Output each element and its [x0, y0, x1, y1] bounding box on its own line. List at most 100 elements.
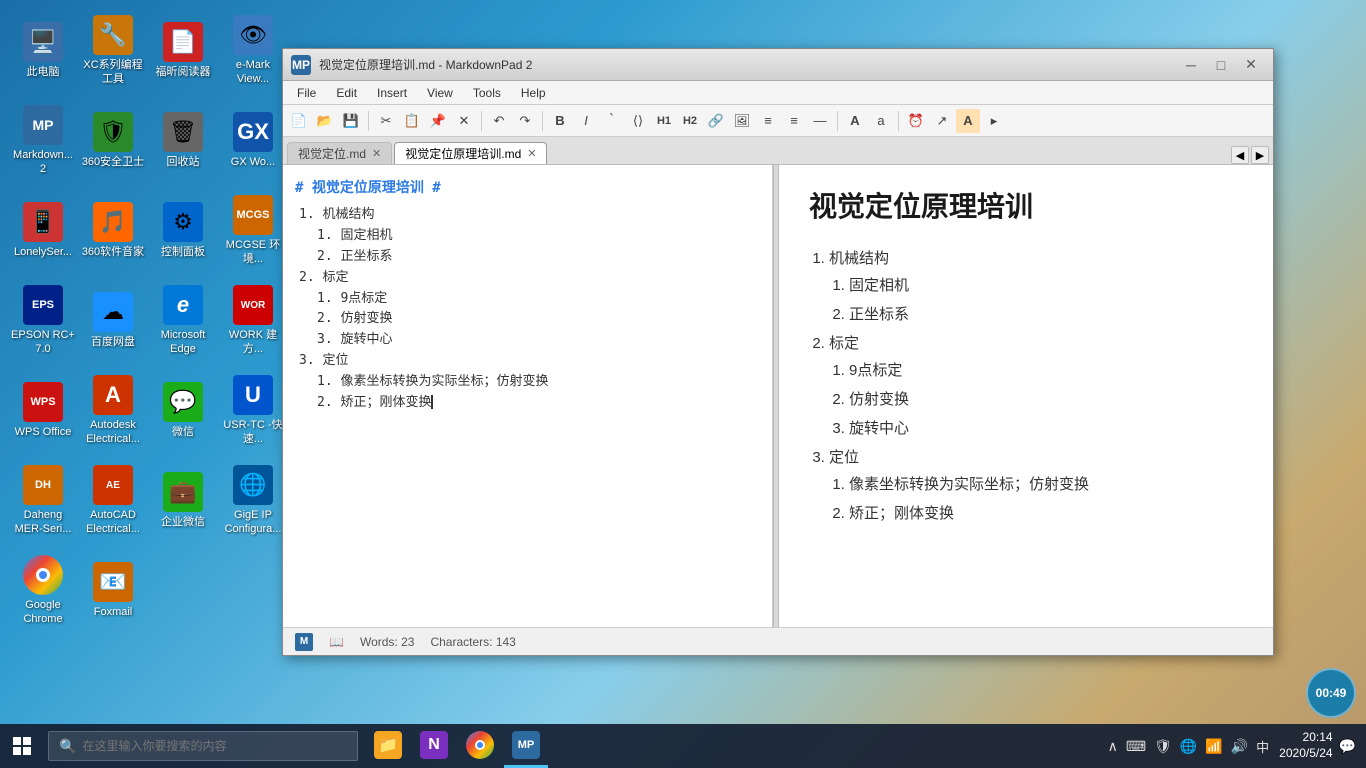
toolbar-bold[interactable]: B	[548, 109, 572, 133]
preview-section-3: 定位 像素坐标转换为实际坐标；仿射变换 矫正；刚体变换	[829, 444, 1243, 527]
status-bar: M 📖 Words: 23 Characters: 143	[283, 627, 1273, 655]
taskbar-app-markdownpad[interactable]: MP	[504, 724, 548, 768]
desktop-icon-chrome[interactable]: Google Chrome	[8, 548, 78, 633]
toolbar-image[interactable]: 🖼	[730, 109, 754, 133]
desktop-icon-label: WPS Office	[15, 426, 72, 439]
minimize-button[interactable]: ─	[1177, 54, 1205, 76]
toolbar-save[interactable]: 💾	[339, 109, 363, 133]
menu-insert[interactable]: Insert	[367, 84, 417, 102]
toolbar-font-small[interactable]: a	[869, 109, 893, 133]
taskbar-search-box[interactable]: 🔍	[48, 731, 358, 761]
desktop-icon-xc-tools[interactable]: 🔧 XC系列编程工具	[78, 8, 148, 93]
toolbar-undo[interactable]: ↶	[487, 109, 511, 133]
close-button[interactable]: ✕	[1237, 54, 1265, 76]
toolbar-copy[interactable]: 📋	[400, 109, 424, 133]
desktop-icon-edge[interactable]: e Microsoft Edge	[148, 278, 218, 363]
desktop-icon-controlpanel[interactable]: ⚙ 控制面板	[148, 188, 218, 273]
editor-line: 2. 矫正；刚体变换	[317, 393, 760, 414]
toolbar-paste[interactable]: 📌	[426, 109, 450, 133]
taskbar-app-onenote[interactable]: N	[412, 724, 456, 768]
toolbar-export[interactable]: ↗	[930, 109, 954, 133]
desktop-icon-autocad-elec[interactable]: AE AutoCAD Electrical...	[78, 458, 148, 543]
taskbar-app-explorer[interactable]: 📁	[366, 724, 410, 768]
menu-view[interactable]: View	[417, 84, 463, 102]
desktop-icon-wechat[interactable]: 💬 微信	[148, 368, 218, 453]
editor-pane[interactable]: # 视觉定位原理培训 # 1. 机械结构 1. 固定相机 2. 正坐标系 2. …	[283, 165, 773, 627]
tab-close-1[interactable]: ✕	[372, 147, 381, 160]
desktop-icon-emarkview[interactable]: 👁 e-Mark View...	[218, 8, 288, 93]
toolbar-more[interactable]: ▸	[982, 109, 1006, 133]
desktop-icon-lonelyscreen[interactable]: 📱 LonelySer...	[8, 188, 78, 273]
toolbar-new[interactable]: 📄	[287, 109, 311, 133]
app-icon: MP	[291, 55, 311, 75]
toolbar-open[interactable]: 📂	[313, 109, 337, 133]
toolbar-cut[interactable]: ✂	[374, 109, 398, 133]
desktop-icon-foxmail[interactable]: 📧 Foxmail	[78, 548, 148, 633]
markdownpad-taskbar-icon: MP	[512, 731, 540, 759]
toolbar-hr[interactable]: —	[808, 109, 832, 133]
menu-tools[interactable]: Tools	[463, 84, 511, 102]
desktop-icon-baidu[interactable]: ☁ 百度网盘	[78, 278, 148, 363]
toolbar-highlight[interactable]: A	[956, 109, 980, 133]
desktop-icon-gige[interactable]: 🌐 GigE IP Configura...	[218, 458, 288, 543]
desktop-icon-work[interactable]: WOR WORK 建方...	[218, 278, 288, 363]
menu-file[interactable]: File	[287, 84, 326, 102]
tab-nav-next[interactable]: ▶	[1251, 146, 1269, 164]
toolbar-ulist[interactable]: ≡	[756, 109, 780, 133]
toolbar-link[interactable]: 🔗	[704, 109, 728, 133]
statusbar-icon: M	[295, 633, 313, 651]
tab-training[interactable]: 视觉定位原理培训.md ✕	[394, 142, 547, 164]
desktop-icon-computer[interactable]: 🖥️ 此电脑	[8, 8, 78, 93]
toolbar-h1[interactable]: H1	[652, 109, 676, 133]
editor-line: 1. 像素坐标转换为实际坐标；仿射变换	[317, 372, 760, 393]
toolbar-code[interactable]: `	[600, 109, 624, 133]
toolbar-delete[interactable]: ✕	[452, 109, 476, 133]
desktop-icon-360music[interactable]: 🎵 360软件音家	[78, 188, 148, 273]
taskbar-search-input[interactable]	[82, 739, 347, 753]
menu-edit[interactable]: Edit	[326, 84, 367, 102]
tray-lang[interactable]: 中	[1256, 737, 1269, 756]
desktop-icon-label: XC系列编程工具	[79, 59, 147, 85]
taskbar-clock[interactable]: 20:14 2020/5/24	[1279, 730, 1332, 761]
desktop-icon-mcgse[interactable]: MCGS MCGSE 环境...	[218, 188, 288, 273]
clock-time: 20:14	[1303, 730, 1333, 746]
toolbar-italic[interactable]: I	[574, 109, 598, 133]
desktop-icon-wps[interactable]: WPS WPS Office	[8, 368, 78, 453]
desktop-icon-label: Autodesk Electrical...	[79, 419, 147, 445]
tray-notification[interactable]: 💬	[1339, 738, 1356, 755]
toolbar-codeblock[interactable]: ⟨⟩	[626, 109, 650, 133]
toolbar-olist[interactable]: ≡	[782, 109, 806, 133]
start-button[interactable]	[0, 724, 44, 768]
desktop-icon-autodesk[interactable]: A Autodesk Electrical...	[78, 368, 148, 453]
taskbar-tray-icons: ∧ ⌨ 🛡 🌐 📶 🔊 中	[1108, 737, 1270, 756]
desktop-icon-qiyewx[interactable]: 💼 企业微信	[148, 458, 218, 543]
window-controls: ─ □ ✕	[1177, 54, 1265, 76]
tab-nav-prev[interactable]: ◀	[1231, 146, 1249, 164]
toolbar-font-big[interactable]: A	[843, 109, 867, 133]
desktop-icon-label: 360软件音家	[82, 246, 144, 259]
tray-arrow[interactable]: ∧	[1108, 738, 1118, 755]
tab-close-2[interactable]: ✕	[527, 147, 536, 160]
editor-line: 1. 9点标定	[317, 289, 760, 310]
maximize-button[interactable]: □	[1207, 54, 1235, 76]
clock-date: 2020/5/24	[1279, 746, 1332, 762]
desktop-icon-epson[interactable]: EPS EPSON RC+ 7.0	[8, 278, 78, 363]
desktop-icon-recycle[interactable]: 🗑 回收站	[148, 98, 218, 183]
desktop-icons-area: 🖥️ 此电脑 🔧 XC系列编程工具 📄 福昕阅读器 👁 e-Mark View.…	[0, 0, 280, 620]
desktop-icon-360guard[interactable]: 🛡 360安全卫士	[78, 98, 148, 183]
taskbar-app-chrome[interactable]	[458, 724, 502, 768]
toolbar-timestamp[interactable]: ⏰	[904, 109, 928, 133]
toolbar-redo[interactable]: ↷	[513, 109, 537, 133]
toolbar-h2[interactable]: H2	[678, 109, 702, 133]
desktop-icon-label: Daheng MER-Seri...	[9, 509, 77, 535]
tab-visual-pos[interactable]: 视觉定位.md ✕	[287, 142, 392, 164]
desktop-icon-usrtc[interactable]: U USR-TC -快速...	[218, 368, 288, 453]
desktop-icon-pdf-reader[interactable]: 📄 福昕阅读器	[148, 8, 218, 93]
statusbar-words: Words: 23	[360, 635, 415, 649]
desktop-icon-dahua[interactable]: DH Daheng MER-Seri...	[8, 458, 78, 543]
desktop-icon-label: MCGSE 环境...	[219, 239, 287, 265]
desktop-icon-gxword[interactable]: GX GX Wo...	[218, 98, 288, 183]
menu-help[interactable]: Help	[511, 84, 556, 102]
tab-label: 视觉定位.md	[298, 145, 366, 162]
desktop-icon-markdownpad[interactable]: MP Markdown... 2	[8, 98, 78, 183]
